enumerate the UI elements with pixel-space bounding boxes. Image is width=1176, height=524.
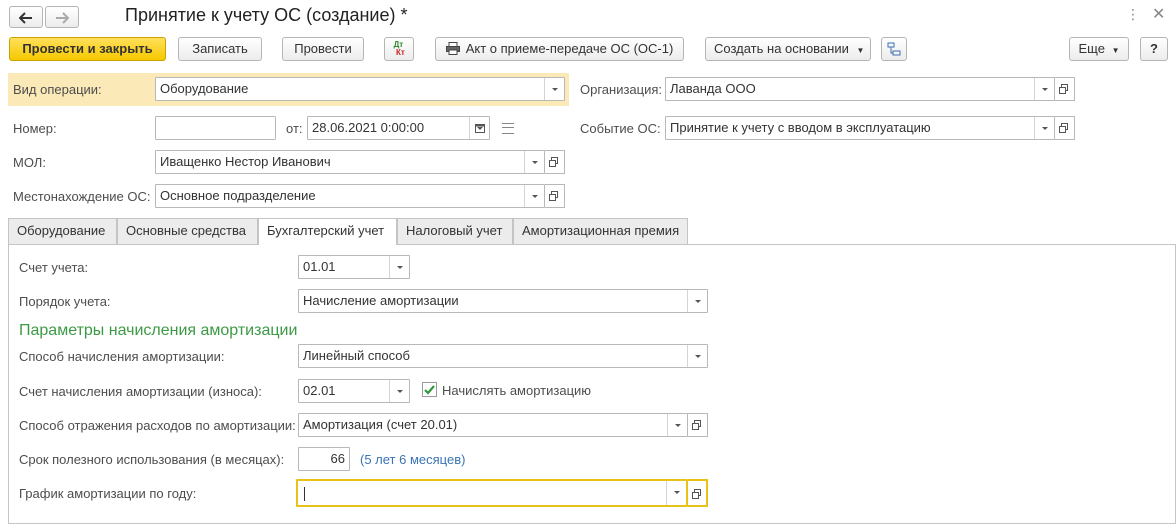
dropdown-arrow-icon[interactable] (389, 380, 409, 402)
account-select[interactable]: 01.01 (298, 255, 410, 279)
organization-select[interactable]: Лаванда ООО (665, 77, 1055, 101)
menu-dots-icon[interactable]: ⋮ (1126, 6, 1140, 23)
history-icon[interactable] (502, 123, 514, 134)
more-button[interactable]: Еще ▼ (1069, 37, 1129, 61)
structure-button[interactable] (881, 37, 907, 61)
tab-tax-accounting[interactable]: Налоговый учет (397, 218, 513, 244)
close-icon[interactable]: ✕ (1152, 4, 1165, 24)
date-input[interactable]: 28.06.2021 0:00:00 (307, 116, 490, 140)
location-label: Местонахождение ОС: (13, 189, 151, 204)
dropdown-arrow-icon[interactable] (544, 78, 564, 100)
post-close-button[interactable]: Провести и закрыть (9, 37, 166, 61)
expense-method-label: Способ отражения расходов по амортизации… (19, 418, 296, 433)
dtkt-button[interactable]: Дт Кт (384, 37, 414, 61)
create-based-button[interactable]: Создать на основании ▼ (705, 37, 871, 61)
depreciation-params-heading: Параметры начисления амортизации (19, 322, 298, 339)
mol-select[interactable]: Иващенко Нестор Иванович (155, 150, 545, 174)
dropdown-arrow-icon[interactable] (687, 290, 707, 312)
dropdown-arrow-icon[interactable] (666, 481, 686, 505)
open-location-button[interactable] (545, 184, 565, 208)
save-button[interactable]: Записать (178, 37, 262, 61)
calendar-button[interactable] (469, 117, 489, 139)
useful-life-label: Срок полезного использования (в месяцах)… (19, 452, 285, 467)
event-select[interactable]: Принятие к учету с вводом в эксплуатацию (665, 116, 1055, 140)
dropdown-arrow-icon: ▼ (1111, 46, 1120, 55)
dropdown-arrow-icon[interactable] (524, 185, 544, 207)
depreciation-account-label: Счет начисления амортизации (износа): (19, 384, 262, 399)
help-button[interactable]: ? (1140, 37, 1168, 61)
depreciation-account-select[interactable]: 02.01 (298, 379, 410, 403)
act-button[interactable]: Акт о приеме-передаче ОС (ОС-1) (435, 37, 684, 61)
accrue-depreciation-checkbox[interactable] (422, 382, 437, 397)
depreciation-method-label: Способ начисления амортизации: (19, 349, 225, 364)
open-schedule-button[interactable] (688, 479, 708, 507)
tab-accounting[interactable]: Бухгалтерский учет (258, 218, 397, 245)
open-expense-method-button[interactable] (688, 413, 708, 437)
arrow-left-icon (18, 12, 32, 24)
open-organization-button[interactable] (1055, 77, 1075, 101)
tab-equipment[interactable]: Оборудование (8, 218, 117, 244)
post-button[interactable]: Провести (282, 37, 364, 61)
dtkt-icon: Дт Кт (393, 40, 405, 57)
mol-label: МОЛ: (13, 155, 46, 170)
accounting-order-label: Порядок учета: (19, 294, 111, 309)
operation-type-select[interactable]: Оборудование (155, 77, 565, 101)
dropdown-arrow-icon[interactable] (524, 151, 544, 173)
dropdown-arrow-icon[interactable] (1034, 117, 1054, 139)
back-button[interactable] (9, 6, 43, 28)
number-input[interactable] (155, 116, 276, 140)
forward-button[interactable] (45, 6, 79, 28)
checkmark-icon (424, 385, 435, 395)
date-from-label: от: (286, 121, 303, 136)
dropdown-arrow-icon[interactable] (1034, 78, 1054, 100)
organization-label: Организация: (580, 82, 663, 97)
arrow-right-icon (56, 12, 70, 24)
structure-icon (887, 42, 901, 56)
open-mol-button[interactable] (545, 150, 565, 174)
depreciation-method-select[interactable]: Линейный способ (298, 344, 708, 368)
schedule-select[interactable] (296, 479, 688, 507)
number-label: Номер: (13, 121, 57, 136)
location-select[interactable]: Основное подразделение (155, 184, 545, 208)
operation-type-label: Вид операции: (13, 82, 102, 97)
page-title: Принятие к учету ОС (создание) * (125, 5, 408, 25)
dropdown-arrow-icon[interactable] (389, 256, 409, 278)
tab-depreciation-bonus[interactable]: Амортизационная премия (513, 218, 688, 244)
tab-fixed-assets[interactable]: Основные средства (117, 218, 258, 244)
event-label: Событие ОС: (580, 121, 661, 136)
printer-icon (445, 42, 460, 55)
account-label: Счет учета: (19, 260, 89, 275)
expense-method-select[interactable]: Амортизация (счет 20.01) (298, 413, 688, 437)
open-event-button[interactable] (1055, 116, 1075, 140)
schedule-label: График амортизации по году: (19, 486, 197, 501)
dropdown-arrow-icon: ▼ (856, 46, 865, 55)
useful-life-input[interactable]: 66 (298, 447, 350, 471)
useful-life-hint: (5 лет 6 месяцев) (360, 452, 466, 467)
text-cursor (304, 487, 305, 501)
accrue-depreciation-label[interactable]: Начислять амортизацию (442, 383, 591, 399)
accounting-order-select[interactable]: Начисление амортизации (298, 289, 708, 313)
calendar-icon (475, 124, 485, 133)
dropdown-arrow-icon[interactable] (687, 345, 707, 367)
dropdown-arrow-icon[interactable] (667, 414, 687, 436)
